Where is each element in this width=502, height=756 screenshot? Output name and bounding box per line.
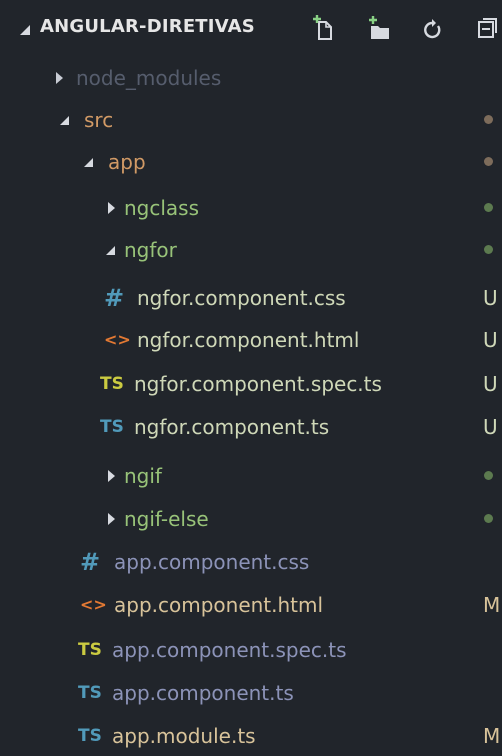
untracked-dot xyxy=(484,471,493,480)
tree-folder-ngfor[interactable]: ngfor xyxy=(0,230,502,270)
refresh-icon[interactable] xyxy=(420,14,444,42)
folder-label: app xyxy=(108,150,146,174)
chevron-down-icon xyxy=(84,158,93,167)
file-label: app.module.ts xyxy=(112,724,256,748)
tree-folder-ngif-else[interactable]: ngif-else xyxy=(0,499,502,539)
new-file-icon[interactable] xyxy=(312,14,336,42)
file-label: app.component.spec.ts xyxy=(112,638,347,662)
chevron-down-icon xyxy=(60,116,69,125)
chevron-right-icon xyxy=(108,470,115,482)
file-label: ngfor.component.html xyxy=(137,328,360,352)
html-file-icon: <> xyxy=(104,330,131,349)
collapse-all-icon[interactable] xyxy=(474,14,498,42)
tree-file-app-ts[interactable]: TS app.component.ts xyxy=(0,673,502,713)
explorer-header[interactable]: ANGULAR-DIRETIVAS xyxy=(0,0,502,62)
file-label: app.component.css xyxy=(114,550,310,574)
ts-file-icon: TS xyxy=(100,417,124,437)
css-file-icon: # xyxy=(80,548,101,576)
ts-file-icon: TS xyxy=(78,726,102,746)
ts-spec-file-icon: TS xyxy=(78,640,102,660)
git-status-badge: M xyxy=(483,593,501,617)
folder-label: node_modules xyxy=(76,66,222,90)
chevron-right-icon xyxy=(56,72,63,84)
folder-label: ngif xyxy=(124,464,162,488)
tree-file-ngfor-html[interactable]: <> ngfor.component.html U xyxy=(0,320,502,360)
file-label: ngfor.component.css xyxy=(137,286,346,310)
tree-file-app-html[interactable]: <> app.component.html M xyxy=(0,585,502,625)
folder-label: ngif-else xyxy=(124,507,209,531)
chevron-right-icon xyxy=(108,202,115,214)
chevron-right-icon xyxy=(108,513,115,525)
file-label: ngfor.component.spec.ts xyxy=(134,372,382,396)
chevron-down-icon xyxy=(106,246,115,255)
folder-label: src xyxy=(84,108,114,132)
untracked-dot xyxy=(484,514,493,523)
git-status-badge: U xyxy=(483,372,498,396)
untracked-dot xyxy=(484,203,493,212)
tree-file-app-css[interactable]: # app.component.css xyxy=(0,542,502,582)
tree-folder-src[interactable]: src xyxy=(0,100,502,140)
tree-file-ngfor-ts[interactable]: TS ngfor.component.ts U xyxy=(0,407,502,447)
css-file-icon: # xyxy=(104,284,125,312)
folder-label: ngfor xyxy=(124,238,177,262)
modified-dot xyxy=(484,115,493,124)
untracked-dot xyxy=(484,245,493,254)
html-file-icon: <> xyxy=(80,595,107,614)
tree-file-ngfor-spec[interactable]: TS ngfor.component.spec.ts U xyxy=(0,364,502,404)
git-status-badge: U xyxy=(483,328,498,352)
file-explorer: ANGULAR-DIRETIVAS node_modules src app n… xyxy=(0,0,502,756)
file-label: app.component.ts xyxy=(112,681,294,705)
new-folder-icon[interactable] xyxy=(366,14,390,42)
tree-file-app-spec[interactable]: TS app.component.spec.ts xyxy=(0,630,502,670)
tree-folder-ngclass[interactable]: ngclass xyxy=(0,188,502,228)
file-label: app.component.html xyxy=(114,593,324,617)
tree-folder-node-modules[interactable]: node_modules xyxy=(0,58,502,98)
tree-folder-ngif[interactable]: ngif xyxy=(0,456,502,496)
ts-file-icon: TS xyxy=(78,683,102,703)
folder-label: ngclass xyxy=(124,196,200,220)
git-status-badge: U xyxy=(483,286,498,310)
workspace-title[interactable]: ANGULAR-DIRETIVAS xyxy=(40,16,255,37)
git-status-badge: U xyxy=(483,415,498,439)
chevron-down-icon[interactable] xyxy=(20,25,30,35)
tree-folder-app[interactable]: app xyxy=(0,142,502,182)
tree-file-app-module[interactable]: TS app.module.ts M xyxy=(0,716,502,756)
ts-spec-file-icon: TS xyxy=(100,374,124,394)
file-label: ngfor.component.ts xyxy=(134,415,330,439)
tree-file-ngfor-css[interactable]: # ngfor.component.css U xyxy=(0,278,502,318)
git-status-badge: M xyxy=(483,724,501,748)
modified-dot xyxy=(484,157,493,166)
